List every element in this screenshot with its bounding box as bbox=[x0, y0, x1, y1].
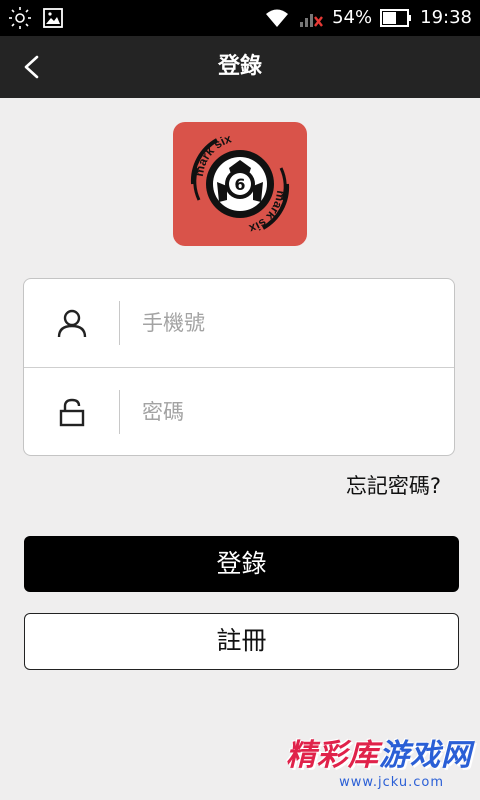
watermark-title-part1: 精彩库 bbox=[286, 738, 379, 773]
field-divider bbox=[119, 390, 120, 434]
clock: 19:38 bbox=[420, 7, 472, 28]
user-icon bbox=[57, 309, 87, 338]
signal-icon bbox=[300, 14, 324, 27]
logo-ball-number: 6 bbox=[234, 175, 245, 194]
mark-six-ball-logo: mark six mark six 6 bbox=[190, 131, 290, 236]
brightness-icon bbox=[9, 7, 31, 29]
login-button[interactable]: 登錄 bbox=[24, 536, 459, 592]
battery-icon bbox=[380, 9, 412, 27]
battery-percent: 54% bbox=[332, 7, 373, 28]
password-row bbox=[24, 368, 454, 456]
watermark-title-part2: 游戏网 bbox=[379, 738, 472, 773]
register-button[interactable]: 註冊 bbox=[24, 613, 459, 670]
chevron-left-icon bbox=[24, 55, 39, 79]
field-divider bbox=[119, 301, 120, 345]
password-input[interactable] bbox=[142, 388, 432, 436]
phone-row bbox=[24, 279, 454, 367]
app-bar: 登錄 bbox=[0, 36, 480, 98]
watermark-title: 精彩库游戏网 bbox=[282, 738, 472, 774]
login-form bbox=[23, 278, 455, 456]
phone-input[interactable] bbox=[142, 299, 432, 347]
image-icon bbox=[43, 8, 63, 28]
status-bar: 54% 19:38 bbox=[0, 0, 480, 36]
back-button[interactable] bbox=[16, 51, 48, 83]
lock-icon bbox=[59, 398, 85, 427]
watermark-url: www.jcku.com bbox=[339, 775, 444, 790]
wifi-icon bbox=[266, 9, 289, 27]
page-title: 登錄 bbox=[217, 54, 262, 79]
app-logo: mark six mark six 6 bbox=[173, 122, 307, 246]
forgot-password-link[interactable]: 忘記密碼? bbox=[346, 470, 441, 500]
watermark: 精彩库游戏网 www.jcku.com bbox=[282, 738, 472, 796]
